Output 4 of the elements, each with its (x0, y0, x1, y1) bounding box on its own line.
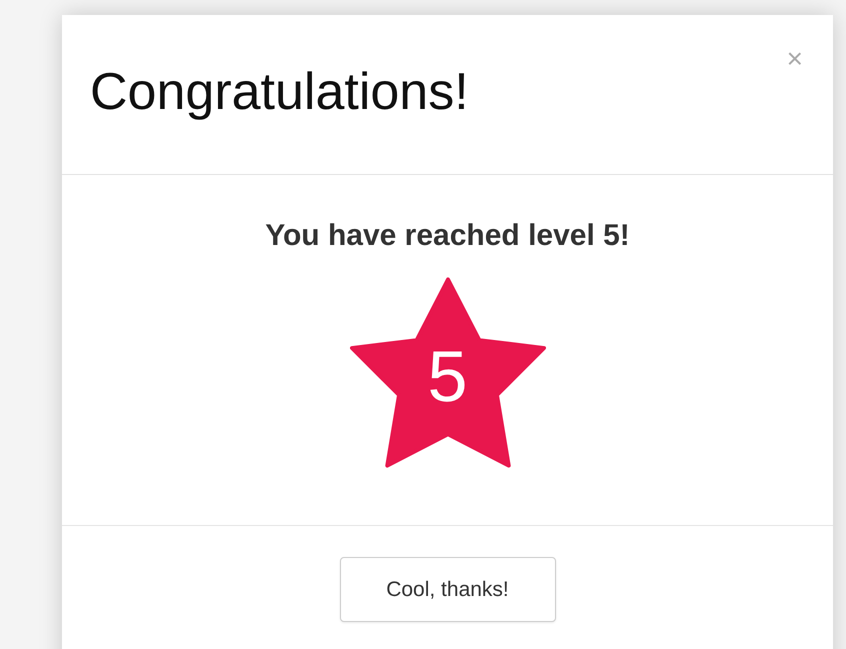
level-message: You have reached level 5! (265, 219, 630, 253)
thanks-button[interactable]: Cool, thanks! (340, 557, 556, 622)
level-number: 5 (427, 340, 468, 413)
modal-title: Congratulations! (90, 62, 469, 122)
